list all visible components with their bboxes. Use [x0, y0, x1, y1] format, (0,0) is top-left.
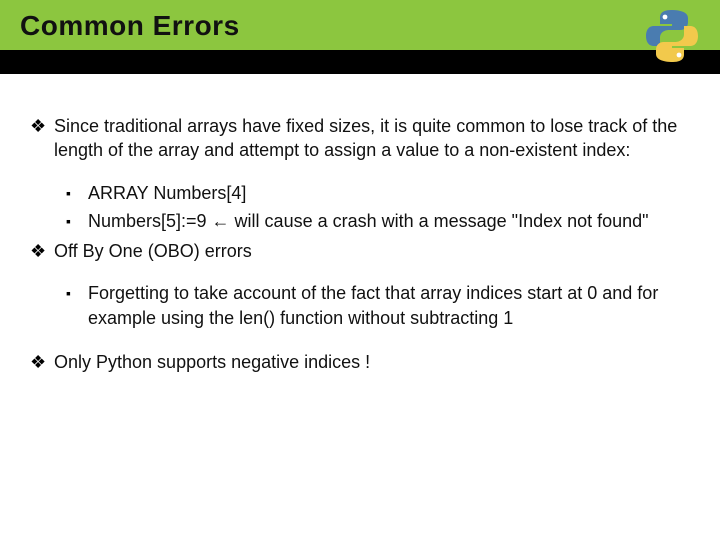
- sub-bullet-item: ▪ Numbers[5]:=9 ← will cause a crash wit…: [66, 209, 690, 233]
- diamond-bullet-icon: ❖: [30, 239, 54, 263]
- slide-title: Common Errors: [20, 10, 700, 42]
- bullet-text: Off By One (OBO) errors: [54, 239, 690, 263]
- slide-body: ❖ Since traditional arrays have fixed si…: [0, 74, 720, 408]
- bullet-text: Only Python supports negative indices !: [54, 350, 690, 374]
- square-bullet-icon: ▪: [66, 281, 88, 330]
- bullet-text: Since traditional arrays have fixed size…: [54, 114, 690, 163]
- bullet-item: ❖ Since traditional arrays have fixed si…: [30, 114, 690, 163]
- diamond-bullet-icon: ❖: [30, 350, 54, 374]
- divider-band: [0, 50, 720, 74]
- bullet-item: ❖ Off By One (OBO) errors: [30, 239, 690, 263]
- diamond-bullet-icon: ❖: [30, 114, 54, 163]
- sub-bullet-text: Forgetting to take account of the fact t…: [88, 281, 690, 330]
- square-bullet-icon: ▪: [66, 209, 88, 233]
- title-band: Common Errors: [0, 0, 720, 50]
- python-logo-icon: [642, 6, 702, 66]
- bullet-item: ❖ Only Python supports negative indices …: [30, 350, 690, 374]
- sub-bullet-item: ▪ Forgetting to take account of the fact…: [66, 281, 690, 330]
- sub-bullet-text: Numbers[5]:=9 ← will cause a crash with …: [88, 209, 690, 233]
- sub-bullet-item: ▪ ARRAY Numbers[4]: [66, 181, 690, 205]
- sub-bullet-text: ARRAY Numbers[4]: [88, 181, 690, 205]
- square-bullet-icon: ▪: [66, 181, 88, 205]
